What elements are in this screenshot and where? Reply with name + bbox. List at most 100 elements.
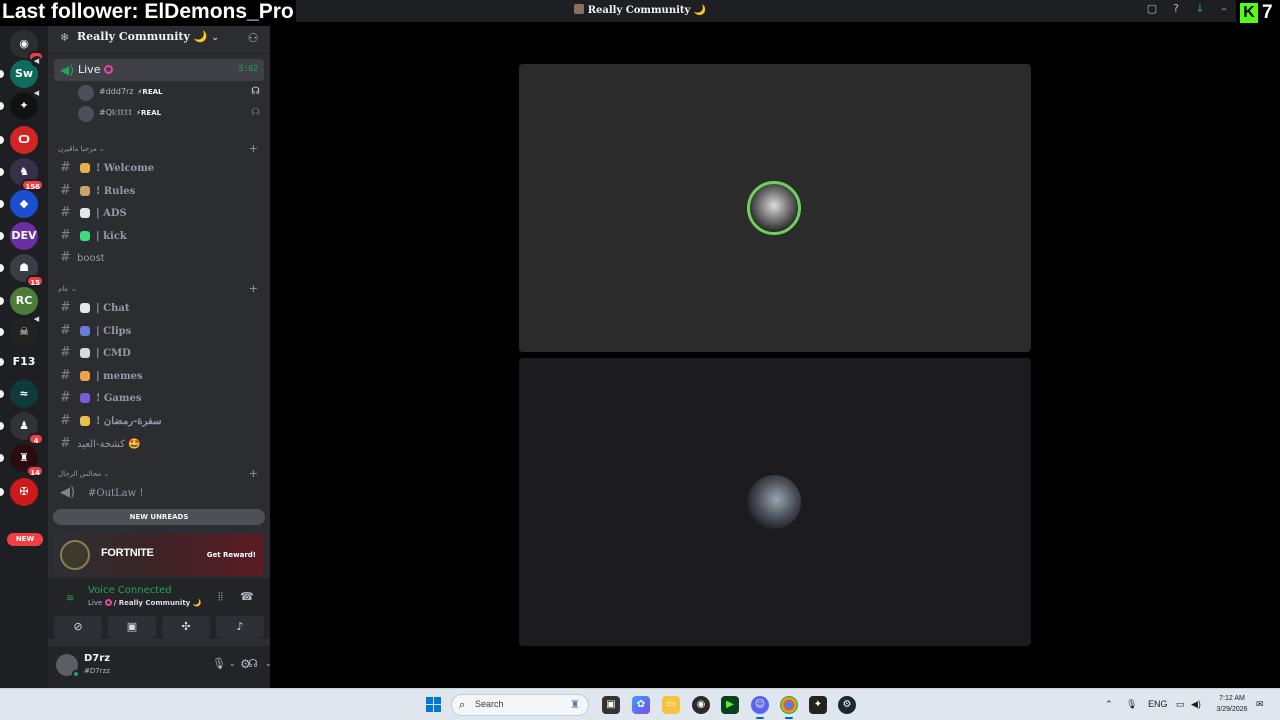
category-men[interactable]: مجالس الرجال ⌄ + (58, 468, 258, 480)
unread-pip (0, 454, 4, 462)
channel-item[interactable]: # ! Welcome (56, 158, 264, 178)
steam-icon[interactable]: ⚙ (838, 696, 856, 714)
channel-item[interactable]: # | ADS (56, 203, 264, 223)
disconnect-icon[interactable]: ☎ (240, 591, 254, 603)
unread-pip (0, 136, 4, 144)
server-icon: ≈ (10, 380, 38, 408)
channel-item[interactable]: # | CMD (56, 343, 264, 363)
help-icon[interactable]: ? (1170, 3, 1182, 15)
participant-tile[interactable] (519, 64, 1031, 352)
new-unreads-button[interactable]: NEW UNREADS (53, 509, 265, 525)
discord-app: Really Community 🌙 ▢ ? ↓ – Last follower… (0, 0, 1280, 688)
server-server-14[interactable]: ♜ 14 (0, 444, 44, 477)
avatar (78, 106, 94, 122)
add-channel-icon[interactable]: + (249, 283, 258, 295)
server-server-red[interactable]: Ѻ (0, 126, 38, 154)
search-placeholder: Search (475, 699, 504, 709)
channel-item[interactable]: # | kick (56, 226, 264, 246)
volume-icon[interactable]: ◀) (1191, 699, 1201, 710)
voice-user[interactable]: #ddd7rz ⚡REAL ☊ (78, 83, 264, 103)
network-icon[interactable]: ▭ (1176, 699, 1185, 710)
channel-item[interactable]: # | Chat (56, 298, 264, 318)
speaker-icon: ◀) (60, 485, 76, 500)
obs-icon[interactable]: ◉ (692, 696, 710, 714)
voice-channel-live[interactable]: ◀) Live 5:02 (54, 59, 264, 81)
microphone-icon[interactable]: 🎙 (212, 657, 226, 671)
screen-share-button[interactable]: ▣ (108, 616, 156, 638)
voice-connected-channel[interactable]: Live / Really Community 🌙 (88, 599, 201, 607)
invite-people-icon[interactable]: ⚇ (246, 31, 260, 45)
chevron-down-icon[interactable]: ⌄ (229, 657, 236, 671)
voice-connected-label[interactable]: Voice Connected (88, 585, 172, 596)
noise-suppression-icon[interactable]: ⦙⦙ (218, 591, 223, 603)
activities-button[interactable]: ✣ (162, 616, 210, 638)
epic-games-icon[interactable]: ✦ (809, 696, 827, 714)
server-server-dark[interactable]: ✦ ◀ (0, 88, 42, 120)
channel-item[interactable]: # كشخة-العيد 🤩 (56, 434, 264, 454)
show-hidden-icons[interactable]: ⌃ (1105, 699, 1113, 710)
add-channel-icon[interactable]: + (249, 143, 258, 155)
channel-item[interactable]: # | Clips (56, 321, 264, 341)
download-icon[interactable]: ↓ (1194, 3, 1206, 15)
unread-pip (0, 70, 4, 78)
server-server-green[interactable]: RC (0, 287, 38, 315)
server-server-eagle[interactable]: ✠ (0, 478, 38, 506)
user-name[interactable]: D7rz (84, 653, 110, 664)
channel-item[interactable]: # ! Games (56, 388, 264, 408)
soundboard-button[interactable]: ♪ (216, 616, 264, 638)
category-welcome[interactable]: مرحبا ماڤيرن ⌄ + (58, 143, 258, 155)
channel-name: | CMD (96, 348, 131, 360)
taskbar-clock[interactable]: 7:12 AM 3/29/2026 (1212, 693, 1252, 715)
category-general[interactable]: عام ⌄ + (58, 283, 258, 295)
inbox-icon[interactable]: ▢ (1146, 3, 1158, 15)
voice-stage (270, 22, 1280, 688)
guild-name[interactable]: Really Community 🌙 ⌄ (77, 30, 219, 43)
server-server-teal[interactable]: ≈ (0, 380, 38, 408)
hash-icon: # (60, 367, 71, 383)
file-explorer-icon[interactable]: ▭ (662, 696, 680, 714)
server-server-f13[interactable]: F13 (0, 348, 38, 376)
discord-taskbar-icon[interactable]: ☺ (751, 696, 769, 719)
camera-off-button[interactable]: ⊘ (54, 616, 102, 638)
taskbar-search[interactable]: ⌕ Search ♜ (451, 694, 589, 716)
hash-icon: # (60, 182, 71, 198)
copilot-icon[interactable]: ✿ (632, 696, 650, 714)
settings-gear-icon[interactable]: ⚙ (240, 657, 251, 671)
guild-header[interactable]: ❄ Really Community 🌙 ⌄ ⚇ (48, 22, 270, 54)
mic-tray-icon[interactable]: 🎙 (1126, 699, 1137, 710)
add-channel-icon[interactable]: + (249, 468, 258, 480)
server-server-blue[interactable]: ◆ (0, 190, 38, 218)
server-sw[interactable]: Sw ◀ (0, 56, 42, 88)
live-indicator-icon (104, 599, 112, 606)
voice-active-icon: ◀ (31, 314, 42, 325)
server-server-dev[interactable]: DEV (0, 222, 38, 250)
channel-item[interactable]: # ! سفرة-رمضان (56, 411, 264, 431)
notifications-icon[interactable]: ✉ (1256, 699, 1264, 710)
server-server-15[interactable]: ☗ 15 (0, 254, 44, 287)
channel-item[interactable]: # ! Rules (56, 181, 264, 201)
get-reward-button[interactable]: Get Reward! (207, 547, 256, 563)
participant-tile[interactable] (519, 358, 1031, 646)
unread-pip (0, 168, 4, 176)
new-servers-pill[interactable]: NEW (7, 533, 43, 546)
server-server-4[interactable]: ♟ 4 (0, 412, 44, 445)
server-server-156[interactable]: ♞ 156 (0, 158, 44, 191)
server-direct-messages[interactable]: ◉1 (10, 30, 44, 63)
kick-app-icon[interactable]: ▶ (721, 696, 739, 714)
avatar[interactable] (56, 654, 80, 678)
channel-item[interactable]: # boost (56, 248, 264, 268)
language-indicator[interactable]: ENG (1148, 699, 1168, 709)
chrome-icon[interactable] (780, 696, 798, 719)
fortnite-promo[interactable]: FORTNITE Get Reward! (54, 534, 264, 576)
windows-start-icon[interactable] (426, 697, 442, 713)
hash-icon: # (60, 205, 71, 221)
signal-icon[interactable]: ≋ (66, 593, 74, 604)
channel-item[interactable]: # | memes (56, 366, 264, 386)
minimize-icon[interactable]: – (1218, 3, 1230, 15)
channel-name: | Chat (96, 303, 130, 314)
task-view-icon[interactable]: ▣ (602, 696, 620, 714)
channel-outlaw[interactable]: ◀) #OutLaw ! (56, 483, 264, 503)
server-server-mono[interactable]: ☠ ◀ (0, 314, 42, 346)
server-icon: ◆ (10, 190, 38, 218)
voice-user[interactable]: #Q𝕜𝕥𝕥𝕥𝕥 ⚡REAL ☊ (78, 104, 264, 124)
